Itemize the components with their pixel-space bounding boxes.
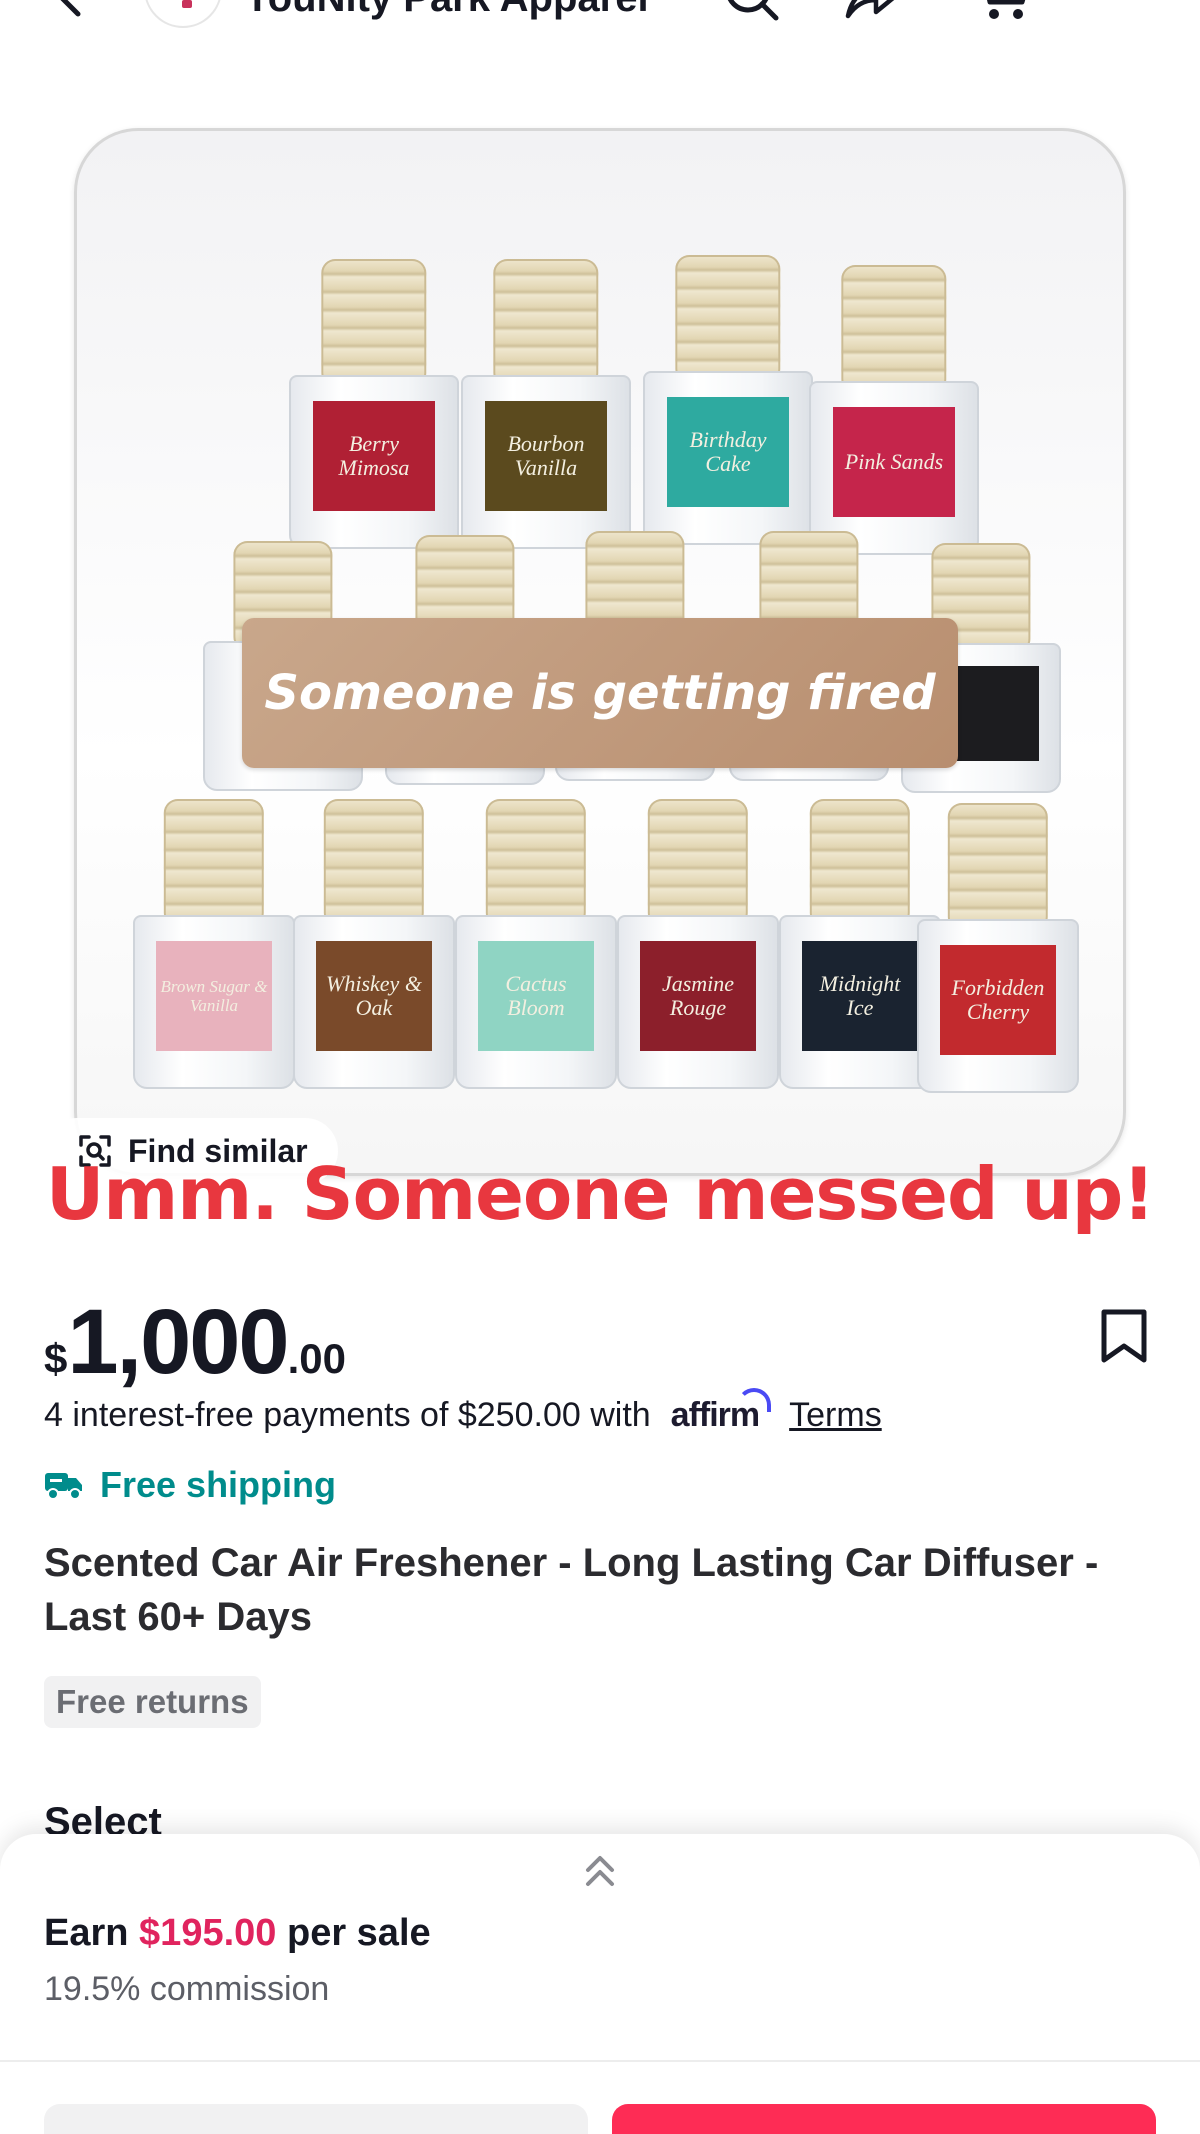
bottle-label: Whiskey & Oak [315, 941, 433, 1052]
bottle-image: Birthday Cake [643, 255, 813, 545]
price-cents: .00 [287, 1335, 346, 1382]
bottle-label: Pink Sands [832, 407, 956, 518]
bottle-label: Birthday Cake [666, 397, 790, 508]
price-whole: 1,000 [67, 1291, 289, 1393]
bottle-image: Berry Mimosa [289, 259, 459, 549]
bottle-image: Bourbon Vanilla [461, 259, 631, 549]
commission-sheet: Earn $195.00 per sale 19.5% commission [0, 1834, 1200, 2134]
bottle-image: Pink Sands [809, 265, 979, 555]
bottle-image: Brown Sugar & Vanilla [133, 799, 295, 1089]
price: $ 1,000 .00 [44, 1290, 346, 1395]
terms-link[interactable]: Terms [789, 1396, 882, 1435]
bottle-label: Brown Sugar & Vanilla [155, 941, 273, 1052]
product-title: Scented Car Air Freshener - Long Lasting… [44, 1541, 1099, 1639]
primary-action-button[interactable] [612, 2104, 1156, 2134]
bottle-label: Bourbon Vanilla [484, 401, 608, 512]
shop-avatar[interactable] [144, 0, 222, 28]
price-currency: $ [44, 1335, 68, 1382]
overlay-text-banner: Someone is getting fired [242, 618, 958, 768]
bottle-label: Midnight Ice [801, 941, 919, 1052]
earn-per-sale: Earn $195.00 per sale [44, 1912, 431, 1954]
shop-name[interactable]: YouNity Park Apparel [244, 0, 649, 18]
bottle-label: Jasmine Rouge [639, 941, 757, 1052]
earn-amount: $195.00 [139, 1912, 277, 1954]
secondary-action-button[interactable] [44, 2104, 588, 2134]
affirm-logo: affirm [671, 1388, 772, 1435]
bottle-image: Cactus Bloom [455, 799, 617, 1089]
share-icon[interactable] [842, 0, 902, 24]
bottle-image: Forbidden Cherry [917, 803, 1079, 1093]
installment-info: 4 interest-free payments of $250.00 with… [44, 1388, 882, 1435]
chevron-double-up-icon[interactable] [582, 1852, 618, 1890]
free-shipping[interactable]: Free shipping [44, 1464, 336, 1506]
bookmark-icon[interactable] [1098, 1308, 1150, 1364]
bottle-label: Forbidden Cherry [939, 945, 1057, 1056]
bottle-image: Jasmine Rouge [617, 799, 779, 1089]
divider [0, 2060, 1200, 2062]
commission-rate: 19.5% commission [44, 1970, 330, 2008]
bottle-label: Berry Mimosa [312, 401, 436, 512]
back-arrow-icon[interactable] [52, 0, 92, 18]
caption-text: Umm. Someone messed up! [45, 1152, 1155, 1236]
overlay-text: Someone is getting fired [264, 665, 936, 721]
bottle-image: Whiskey & Oak [293, 799, 455, 1089]
search-icon[interactable] [722, 0, 782, 24]
free-shipping-label: Free shipping [100, 1464, 337, 1505]
installment-text: 4 interest-free payments of $250.00 with [44, 1396, 651, 1434]
top-bar: YouNity Park Apparel [0, 0, 1200, 40]
bottle-label: Cactus Bloom [477, 941, 595, 1052]
free-returns-badge: Free returns [44, 1676, 261, 1728]
truck-icon [45, 1473, 82, 1500]
cart-icon[interactable] [972, 0, 1032, 24]
